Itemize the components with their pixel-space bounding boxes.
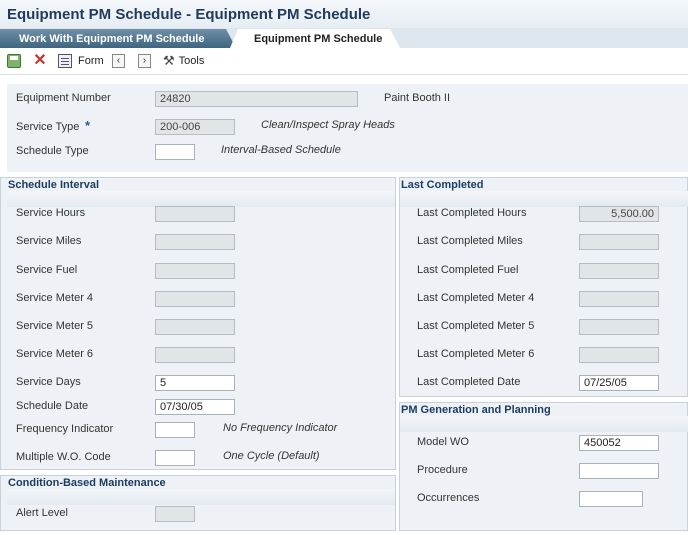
equipment-description: Paint Booth II xyxy=(384,92,451,104)
service-miles-label: Service Miles xyxy=(16,235,82,247)
tab-work-with-equipment-pm-schedule[interactable]: Work With Equipment PM Schedule xyxy=(0,29,236,48)
service-meter5-field[interactable] xyxy=(155,319,235,335)
pm-generation-title: PM Generation and Planning xyxy=(401,404,551,416)
window-title: Equipment PM Schedule - Equipment PM Sch… xyxy=(7,6,371,23)
service-hours-field[interactable] xyxy=(155,206,235,222)
service-meter6-field[interactable] xyxy=(155,347,235,363)
last-completed-hours-field[interactable]: 5,500.00 xyxy=(579,206,659,222)
service-meter6-label: Service Meter 6 xyxy=(16,348,94,360)
multiple-wo-code-description: One Cycle (Default) xyxy=(223,450,320,462)
equipment-number-field[interactable]: 24820 xyxy=(155,91,358,107)
last-completed-hours-label: Last Completed Hours xyxy=(417,207,527,219)
toolbar: ✕ Form ‹ › ⚒ Tools xyxy=(0,48,688,75)
service-type-label: Service Type xyxy=(16,121,80,133)
schedule-interval-title: Schedule Interval xyxy=(8,179,100,191)
last-completed-meter5-label: Last Completed Meter 5 xyxy=(417,320,535,332)
last-completed-date-label: Last Completed Date xyxy=(417,376,521,388)
previous-icon: ‹ xyxy=(112,54,125,68)
last-completed-meter6-field[interactable] xyxy=(579,347,659,363)
next-icon: › xyxy=(138,54,151,68)
save-button[interactable] xyxy=(7,54,21,68)
tools-icon: ⚒ xyxy=(163,53,175,68)
last-completed-meter4-label: Last Completed Meter 4 xyxy=(417,292,535,304)
schedule-type-field[interactable] xyxy=(155,144,195,160)
schedule-date-field[interactable]: 07/30/05 xyxy=(155,399,235,415)
last-completed-date-field[interactable]: 07/25/05 xyxy=(579,375,659,391)
form-icon xyxy=(58,54,72,68)
form-menu-button[interactable]: Form xyxy=(58,54,104,68)
model-wo-field[interactable]: 450052 xyxy=(579,435,659,451)
last-completed-header-bar xyxy=(400,191,688,207)
previous-button[interactable]: ‹ xyxy=(112,54,125,68)
schedule-date-label: Schedule Date xyxy=(16,400,89,412)
frequency-indicator-label: Frequency Indicator xyxy=(16,423,114,435)
model-wo-label: Model WO xyxy=(417,436,469,448)
service-miles-field[interactable] xyxy=(155,234,235,250)
multiple-wo-code-label: Multiple W.O. Code xyxy=(16,451,111,463)
cancel-icon: ✕ xyxy=(33,52,47,69)
last-completed-miles-field[interactable] xyxy=(579,234,659,250)
last-completed-meter5-field[interactable] xyxy=(579,319,659,335)
schedule-type-description: Interval-Based Schedule xyxy=(221,144,341,156)
tools-menu-button[interactable]: ⚒ Tools xyxy=(163,54,204,68)
occurrences-field[interactable] xyxy=(579,491,643,507)
service-days-label: Service Days xyxy=(16,376,81,388)
last-completed-title: Last Completed xyxy=(401,179,484,191)
last-completed-meter6-label: Last Completed Meter 6 xyxy=(417,348,535,360)
frequency-indicator-description: No Frequency Indicator xyxy=(223,422,338,434)
required-indicator: * xyxy=(85,118,91,133)
service-type-field[interactable]: 200-006 xyxy=(155,119,235,135)
service-meter5-label: Service Meter 5 xyxy=(16,320,94,332)
multiple-wo-code-field[interactable] xyxy=(155,450,195,466)
window-titlebar: Equipment PM Schedule - Equipment PM Sch… xyxy=(0,0,688,28)
service-fuel-label: Service Fuel xyxy=(16,264,78,276)
tools-menu-label: Tools xyxy=(178,55,205,67)
last-completed-fuel-label: Last Completed Fuel xyxy=(417,264,519,276)
procedure-field[interactable] xyxy=(579,463,659,479)
condition-based-title: Condition-Based Maintenance xyxy=(8,477,166,489)
occurrences-label: Occurrences xyxy=(417,492,480,504)
service-hours-label: Service Hours xyxy=(16,207,86,219)
frequency-indicator-field[interactable] xyxy=(155,422,195,438)
service-meter4-field[interactable] xyxy=(155,291,235,307)
pm-generation-header-bar xyxy=(400,416,688,432)
last-completed-fuel-field[interactable] xyxy=(579,263,659,279)
equipment-number-label: Equipment Number xyxy=(16,92,111,104)
cancel-button[interactable]: ✕ xyxy=(33,52,47,69)
condition-based-header-bar xyxy=(7,489,395,505)
tab-equipment-pm-schedule[interactable]: Equipment PM Schedule xyxy=(230,29,400,48)
form-menu-label: Form xyxy=(78,55,104,67)
schedule-type-label: Schedule Type xyxy=(16,145,89,157)
schedule-interval-header-bar xyxy=(7,191,395,207)
service-meter4-label: Service Meter 4 xyxy=(16,292,94,304)
save-icon xyxy=(7,54,21,68)
alert-level-field[interactable] xyxy=(155,506,195,522)
alert-level-label: Alert Level xyxy=(16,507,68,519)
last-completed-miles-label: Last Completed Miles xyxy=(417,235,523,247)
tab-strip: Work With Equipment PM Schedule Equipmen… xyxy=(0,28,688,48)
next-button[interactable]: › xyxy=(138,54,151,68)
service-type-description: Clean/Inspect Spray Heads xyxy=(261,119,395,131)
last-completed-meter4-field[interactable] xyxy=(579,291,659,307)
service-days-field[interactable]: 5 xyxy=(155,375,235,391)
service-fuel-field[interactable] xyxy=(155,263,235,279)
procedure-label: Procedure xyxy=(417,464,468,476)
